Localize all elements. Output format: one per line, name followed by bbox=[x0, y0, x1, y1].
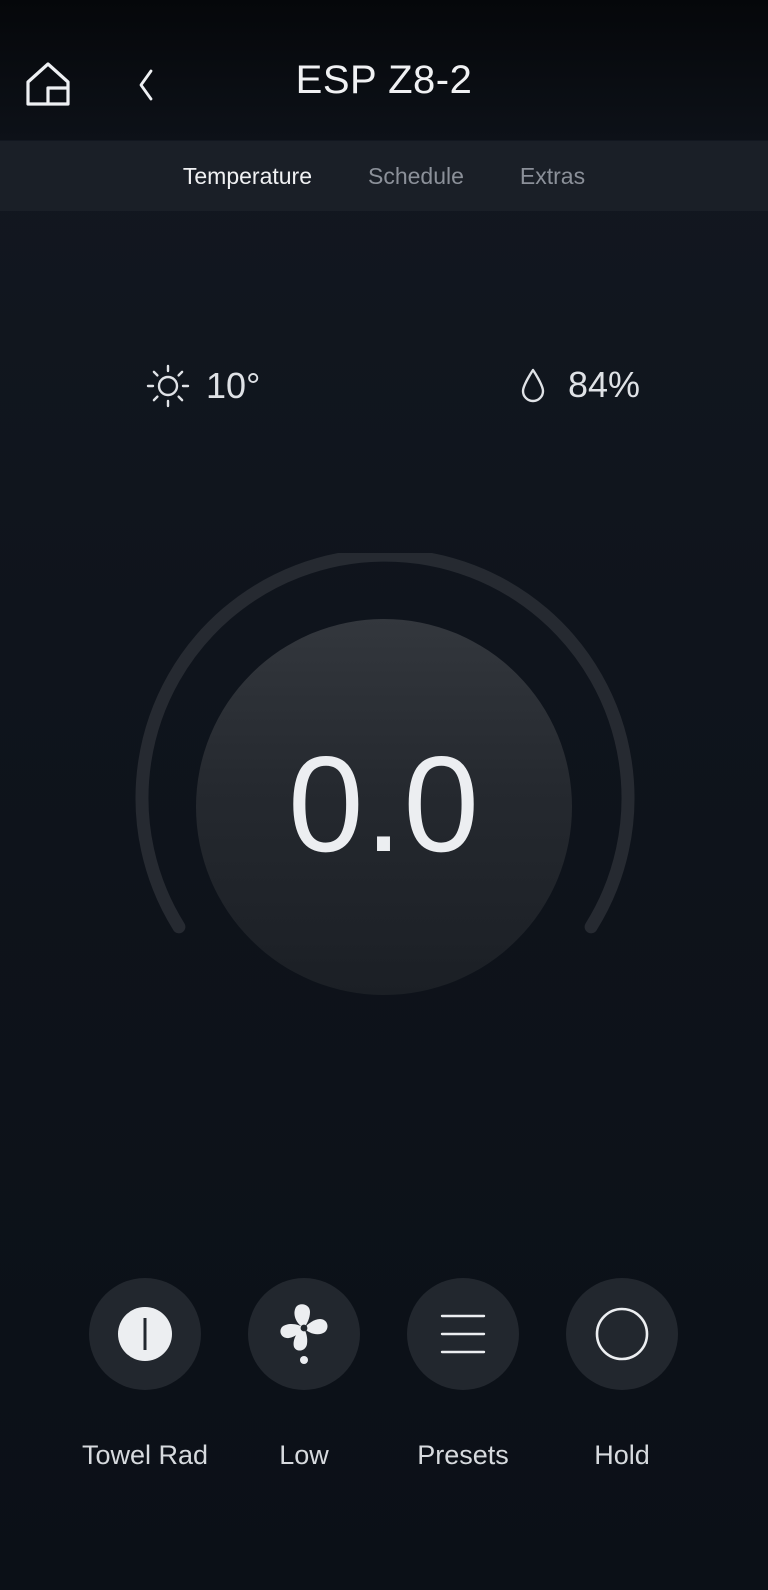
power-icon bbox=[118, 1307, 172, 1361]
towel-rad-button[interactable] bbox=[89, 1278, 201, 1390]
control-towel-rad: Towel Rad bbox=[65, 1278, 225, 1471]
app-header: ESP Z8-2 bbox=[0, 0, 768, 140]
humidity: 84% bbox=[520, 364, 640, 406]
droplet-icon bbox=[521, 368, 545, 403]
hold-label: Hold bbox=[594, 1440, 650, 1470]
sun-icon bbox=[146, 364, 190, 408]
presets-label: Presets bbox=[417, 1440, 509, 1470]
menu-lines-icon bbox=[440, 1314, 486, 1354]
hold-button[interactable] bbox=[566, 1278, 678, 1390]
outdoor-temperature-value: 10° bbox=[206, 365, 261, 406]
control-fan: Low bbox=[224, 1278, 384, 1471]
outdoor-temperature: 10° bbox=[146, 364, 260, 408]
control-presets: Presets bbox=[383, 1278, 543, 1471]
tab-temperature[interactable]: Temperature bbox=[155, 163, 340, 190]
presets-button[interactable] bbox=[407, 1278, 519, 1390]
page-title: ESP Z8-2 bbox=[295, 58, 473, 102]
towel-rad-label: Towel Rad bbox=[81, 1440, 209, 1470]
setpoint-value: 0.0 bbox=[287, 728, 481, 880]
tab-schedule[interactable]: Schedule bbox=[340, 163, 492, 190]
circle-icon bbox=[595, 1307, 649, 1361]
fan-speed-button[interactable] bbox=[248, 1278, 360, 1390]
tab-extras[interactable]: Extras bbox=[492, 163, 613, 190]
fan-icon bbox=[280, 1304, 328, 1364]
fan-speed-label: Low bbox=[279, 1440, 329, 1470]
setpoint-knob[interactable]: 0.0 bbox=[196, 619, 572, 995]
thermostat-dial: 0.0 bbox=[130, 553, 640, 1063]
control-hold: Hold bbox=[542, 1278, 702, 1471]
tab-bar: Temperature Schedule Extras bbox=[0, 141, 768, 211]
humidity-value: 84% bbox=[568, 364, 641, 405]
